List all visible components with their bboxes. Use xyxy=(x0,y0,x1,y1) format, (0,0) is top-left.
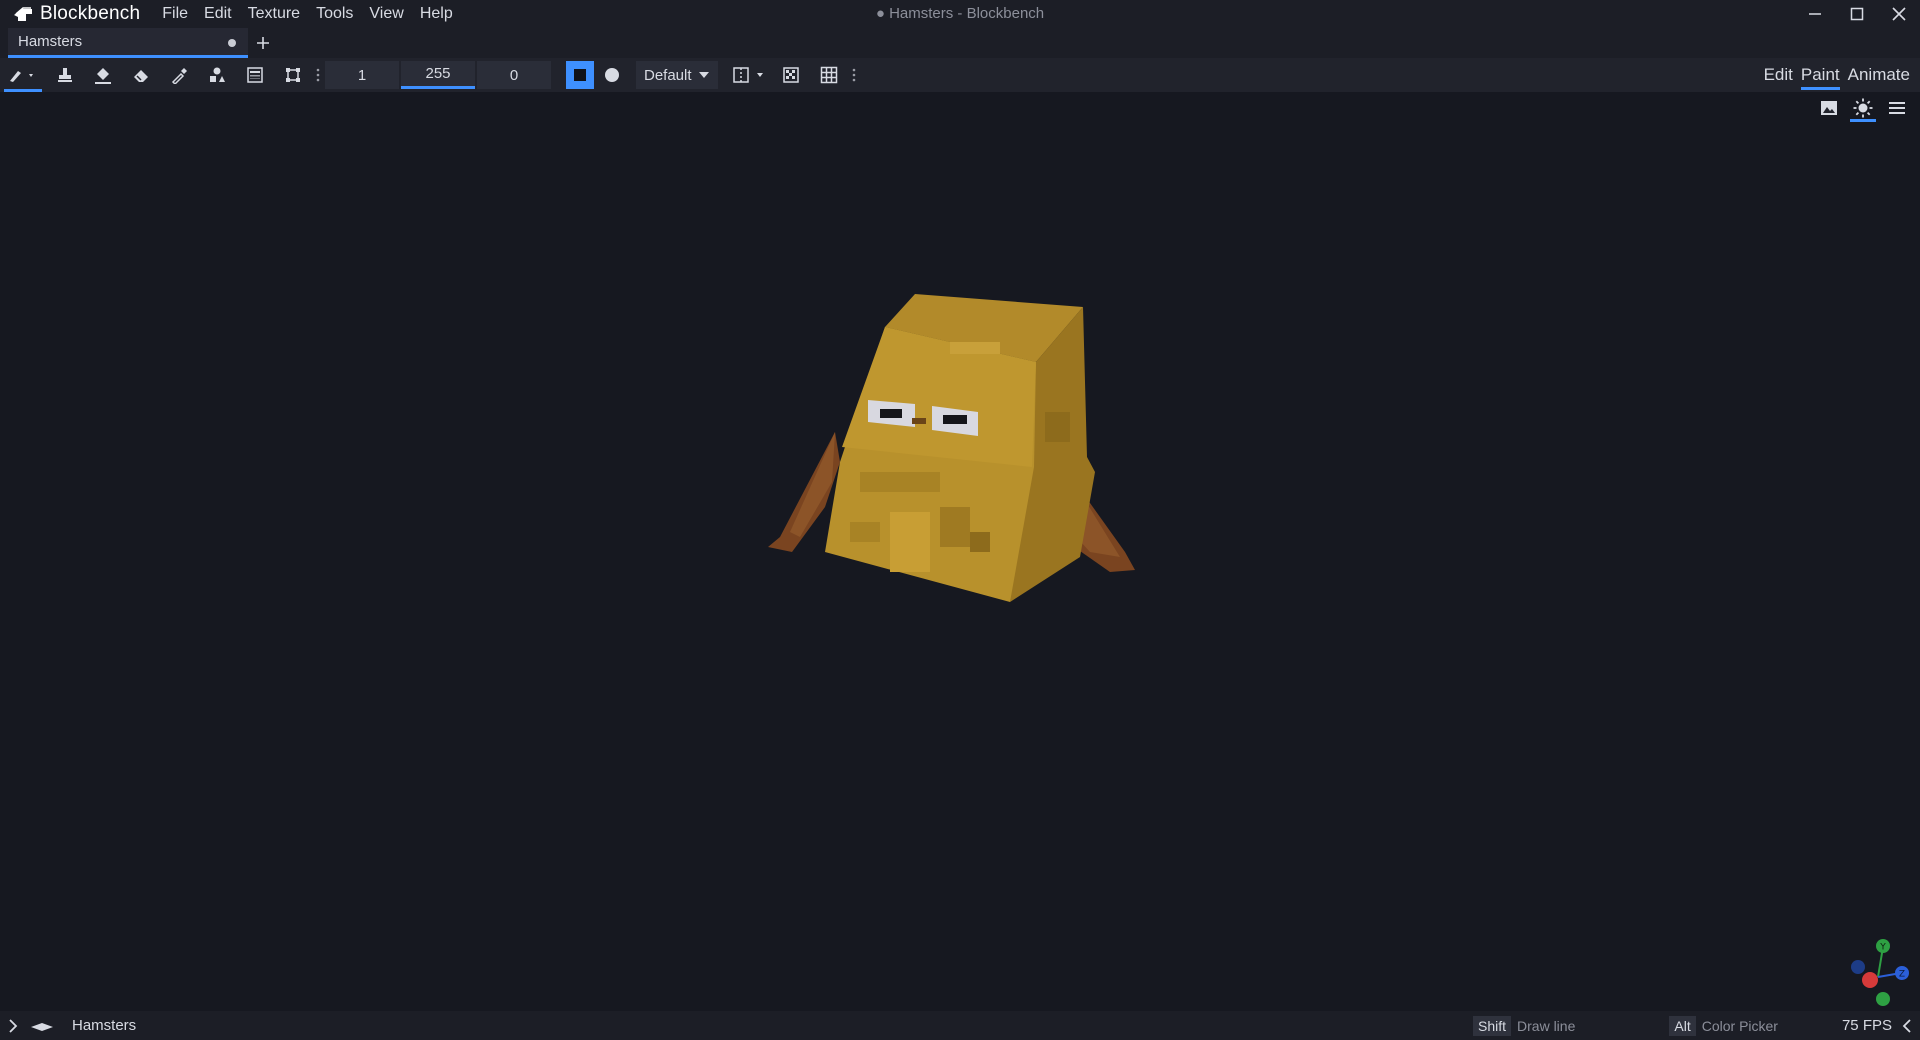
axis-y-negative[interactable] xyxy=(1876,992,1890,1006)
menu-tools[interactable]: Tools xyxy=(308,0,361,28)
menu-bar: File Edit Texture Tools View Help xyxy=(154,0,460,28)
paint-toolbar: 1 255 0 Default Edit Paint Animate xyxy=(0,58,1920,92)
mode-tab-animate[interactable]: Animate xyxy=(1844,58,1914,92)
maximize-button[interactable] xyxy=(1836,0,1878,28)
shapes-icon xyxy=(210,67,225,82)
project-tab-bar: Hamsters xyxy=(0,28,1920,58)
lock-alpha-button[interactable] xyxy=(772,58,810,92)
shortcut-hint-color-picker: Color Picker xyxy=(1701,1017,1778,1034)
chevron-left-icon[interactable] xyxy=(1902,1018,1912,1033)
toolbar-overflow-button[interactable] xyxy=(312,58,324,92)
status-project-name: Hamsters xyxy=(72,1017,137,1034)
brush-softness-input[interactable]: 0 xyxy=(477,61,551,89)
checkerboard-icon xyxy=(782,67,799,83)
mode-tab-paint[interactable]: Paint xyxy=(1797,58,1844,92)
lighting-toggle-button[interactable] xyxy=(1846,94,1880,122)
menu-file[interactable]: File xyxy=(154,0,196,28)
eraser-icon xyxy=(134,70,148,82)
shortcut-key-shift: Shift xyxy=(1473,1015,1512,1036)
dropdown-arrow-icon xyxy=(698,72,709,78)
viewport-menu-button[interactable] xyxy=(1880,94,1914,122)
stamp-icon xyxy=(58,68,72,82)
status-bar: Hamsters Shift Draw line Alt Color Picke… xyxy=(0,1011,1920,1040)
color-picker-icon xyxy=(171,68,187,84)
menu-help[interactable]: Help xyxy=(412,0,461,28)
circle-shape-icon xyxy=(605,68,619,82)
plus-icon xyxy=(257,37,269,49)
maximize-icon xyxy=(1850,7,1864,21)
project-tab-label: Hamsters xyxy=(18,33,83,50)
title-bar: Blockbench File Edit Texture Tools View … xyxy=(0,0,1920,28)
gradient-tool-button[interactable] xyxy=(236,58,274,92)
fill-bucket-icon xyxy=(95,68,111,84)
square-shape-icon xyxy=(574,69,586,81)
blend-mode-select[interactable]: Default xyxy=(636,61,718,89)
brush-icon xyxy=(10,71,33,82)
gradient-icon xyxy=(247,67,263,83)
viewport-controls xyxy=(1812,94,1914,122)
window-controls xyxy=(1794,0,1920,28)
hamster-model[interactable] xyxy=(740,282,1180,622)
3d-viewport[interactable]: Y Z xyxy=(0,92,1920,1011)
blend-mode-value: Default xyxy=(644,66,692,84)
minimize-button[interactable] xyxy=(1794,0,1836,28)
more-vertical-icon xyxy=(852,68,855,82)
shortcut-hint-draw-line: Draw line xyxy=(1517,1017,1576,1034)
shape-tool-button[interactable] xyxy=(198,58,236,92)
minimize-icon xyxy=(1809,13,1821,15)
new-tab-button[interactable] xyxy=(248,28,278,58)
brush-opacity-input[interactable]: 255 xyxy=(401,61,475,89)
menu-view[interactable]: View xyxy=(361,0,411,28)
unsaved-indicator[interactable] xyxy=(228,39,236,47)
color-picker-tool-button[interactable] xyxy=(160,58,198,92)
svg-text:Z: Z xyxy=(1899,970,1905,980)
project-format-icon xyxy=(31,1022,53,1031)
brush-shape-circle-button[interactable] xyxy=(598,61,626,89)
shortcut-key-alt: Alt xyxy=(1669,1015,1696,1036)
project-tab[interactable]: Hamsters xyxy=(8,28,248,58)
fill-tool-button[interactable] xyxy=(84,58,122,92)
axis-z-negative[interactable] xyxy=(1851,960,1865,974)
mode-selector: Edit Paint Animate xyxy=(1760,58,1914,92)
clone-stamp-tool-button[interactable] xyxy=(46,58,84,92)
grid-icon xyxy=(820,66,837,84)
brush-size-input[interactable]: 1 xyxy=(325,61,399,89)
menu-edit[interactable]: Edit xyxy=(196,0,240,28)
axis-orientation-gizmo[interactable]: Y Z xyxy=(1844,937,1914,1009)
chevron-right-icon[interactable] xyxy=(8,1018,18,1033)
pixel-grid-button[interactable] xyxy=(810,58,848,92)
hamburger-menu-icon xyxy=(1889,102,1905,114)
screenshot-button[interactable] xyxy=(1812,94,1846,122)
sun-icon xyxy=(1853,98,1873,118)
selection-icon xyxy=(286,68,300,82)
image-icon xyxy=(1821,101,1837,115)
selection-tool-button[interactable] xyxy=(274,58,312,92)
status-right-group: Shift Draw line Alt Color Picker 75 FPS xyxy=(1473,1011,1912,1040)
more-vertical-icon xyxy=(316,68,320,82)
close-button[interactable] xyxy=(1878,0,1920,28)
brush-shape-square-button[interactable] xyxy=(566,61,594,89)
toolbar-overflow-button-2[interactable] xyxy=(848,58,860,92)
mirror-painting-button[interactable] xyxy=(726,58,772,92)
app-logo: Blockbench xyxy=(12,3,140,25)
close-icon xyxy=(1892,7,1906,21)
axis-x-positive[interactable] xyxy=(1862,972,1878,988)
brush-tool-button[interactable] xyxy=(0,58,46,92)
mode-tab-edit[interactable]: Edit xyxy=(1760,58,1797,92)
svg-text:Y: Y xyxy=(1879,943,1886,953)
blockbench-window: Blockbench File Edit Texture Tools View … xyxy=(0,0,1920,1040)
app-name: Blockbench xyxy=(40,3,141,24)
mirror-painting-icon xyxy=(732,67,763,83)
fps-counter: 75 FPS xyxy=(1841,1017,1892,1034)
menu-texture[interactable]: Texture xyxy=(240,0,308,28)
blockbench-logo-icon xyxy=(14,7,32,21)
eraser-tool-button[interactable] xyxy=(122,58,160,92)
